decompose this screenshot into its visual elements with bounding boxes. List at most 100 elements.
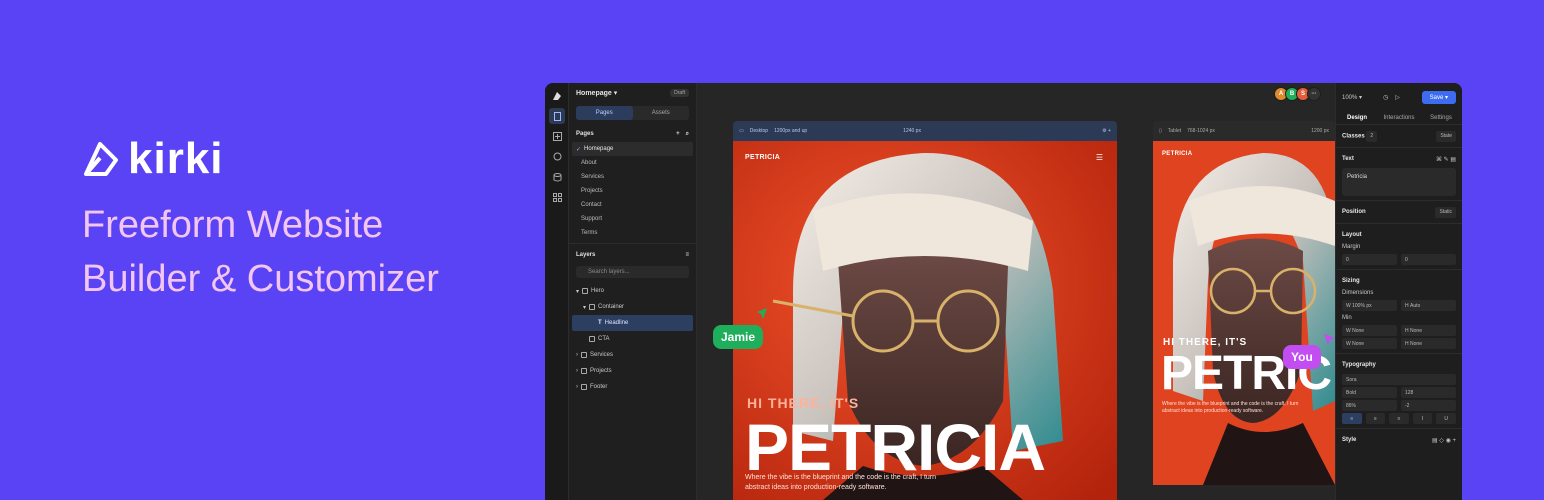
letter-spacing-field[interactable]: -2: [1401, 400, 1456, 411]
height-field[interactable]: H Auto: [1401, 300, 1456, 311]
align-left-icon[interactable]: ≡: [1342, 413, 1362, 424]
desktop-frame[interactable]: PETRICIA ☰ HI THERE, IT'S PETRICIA Where…: [733, 141, 1117, 500]
width-field[interactable]: W 100% px: [1342, 300, 1397, 311]
page-item-services[interactable]: Services: [569, 170, 696, 184]
pages-assets-toggle: Pages Assets: [576, 106, 689, 120]
right-toolbar: 100% ▾ ◷ ▷ Save ▾: [1336, 83, 1462, 111]
page-item-support[interactable]: Support: [569, 212, 696, 226]
section-icon: [582, 288, 589, 294]
align-center-icon[interactable]: ≡: [1365, 413, 1386, 424]
current-page-name[interactable]: Homepage ▾: [576, 89, 617, 97]
line-height-field[interactable]: 86%: [1342, 400, 1397, 411]
components-icon[interactable]: [549, 148, 565, 164]
position-select[interactable]: Static: [1435, 206, 1456, 218]
max-width-field[interactable]: W None: [1342, 338, 1397, 349]
max-height-field[interactable]: H None: [1401, 338, 1456, 349]
divider: [1336, 147, 1462, 148]
divider: [569, 243, 696, 244]
tablet-label: Tablet: [1167, 128, 1182, 134]
layer-projects[interactable]: › Projects: [569, 363, 696, 379]
menu-icon[interactable]: ☰: [1096, 153, 1103, 162]
page-item-terms[interactable]: Terms: [569, 226, 696, 240]
right-panel: 100% ▾ ◷ ▷ Save ▾ Design Interactions Se…: [1335, 83, 1462, 500]
font-family-row: Sora: [1336, 374, 1462, 385]
margin-x-field[interactable]: 0: [1342, 254, 1397, 265]
layer-footer[interactable]: › Footer: [569, 379, 696, 395]
line-letter-row: 86% -2: [1336, 400, 1462, 411]
style-tools-icon[interactable]: ▤ ◇ ◉ +: [1432, 437, 1456, 444]
button-icon: [589, 336, 595, 342]
tab-interactions[interactable]: Interactions: [1378, 111, 1420, 124]
font-weight-select[interactable]: Bold: [1342, 387, 1397, 398]
layer-services[interactable]: › Services: [569, 347, 696, 363]
layer-container[interactable]: ▾ Container: [569, 299, 696, 315]
add-element-icon[interactable]: [549, 128, 565, 144]
chevron-down-icon: ▾: [576, 288, 580, 295]
classes-count[interactable]: 2: [1366, 130, 1378, 142]
min-height-field[interactable]: H None: [1401, 325, 1456, 336]
text-content-input[interactable]: Petricia: [1342, 168, 1456, 196]
tab-assets[interactable]: Assets: [633, 106, 690, 120]
font-family-select[interactable]: Sora: [1342, 374, 1456, 385]
chevron-right-icon: ›: [576, 368, 578, 374]
apps-icon[interactable]: [549, 189, 565, 205]
tablet-hero-image: [1153, 141, 1335, 485]
underline-icon[interactable]: U: [1436, 413, 1456, 424]
tagline-line-1: Freeform Website: [82, 204, 384, 246]
margin-label: Margin: [1342, 244, 1361, 250]
preview-play-icon[interactable]: ▷: [1395, 94, 1400, 101]
tablet-site-logo[interactable]: PETRICIA: [1162, 151, 1192, 157]
layers-heading: Layers: [576, 252, 596, 258]
tab-settings[interactable]: Settings: [1420, 111, 1462, 124]
filter-icon[interactable]: ≡: [685, 252, 689, 258]
add-page-icon[interactable]: +: [676, 131, 680, 137]
text-heading: Text: [1342, 156, 1354, 162]
history-icon[interactable]: ◷: [1383, 94, 1388, 101]
dimension-fields: W 100% px H Auto: [1336, 300, 1462, 311]
chevron-right-icon: ›: [576, 384, 578, 390]
desktop-width: 1240 px: [903, 128, 921, 134]
text-icon: T: [598, 320, 602, 326]
page-item-homepage[interactable]: ✓ Homepage: [572, 142, 693, 156]
layer-hero[interactable]: ▾ Hero: [569, 283, 696, 299]
min-width-field[interactable]: W None: [1342, 325, 1397, 336]
font-size-field[interactable]: 128: [1401, 387, 1456, 398]
collaborator-avatars[interactable]: A B S ···: [1274, 87, 1321, 101]
frame-settings-icon[interactable]: ⚙ +: [1102, 128, 1111, 134]
pages-section-header: Pages + ⌕: [569, 126, 696, 142]
layer-cta[interactable]: CTA: [569, 331, 696, 347]
desktop-frame-bar[interactable]: ▭ Desktop 1200px and up 1240 px ⚙ +: [733, 121, 1117, 141]
margin-y-field[interactable]: 0: [1401, 254, 1456, 265]
state-select[interactable]: State: [1436, 130, 1456, 142]
zoom-select[interactable]: 100% ▾: [1342, 94, 1362, 101]
page-item-projects[interactable]: Projects: [569, 184, 696, 198]
align-right-icon[interactable]: ≡: [1389, 413, 1409, 424]
canvas[interactable]: ▭ Desktop 1200px and up 1240 px ⚙ + PETR…: [697, 83, 1335, 500]
layer-search-input[interactable]: Search layers...: [576, 266, 689, 278]
style-heading: Style: [1342, 437, 1357, 443]
app-logo-icon[interactable]: [549, 88, 565, 104]
dimensions-label-row: Dimensions: [1336, 288, 1462, 298]
position-row: Position Static: [1336, 205, 1462, 219]
database-icon[interactable]: [549, 169, 565, 185]
pages-icon[interactable]: [549, 108, 565, 124]
page-item-about[interactable]: About: [569, 156, 696, 170]
tablet-hero-copy: Where the vibe is the blueprint and the …: [1162, 401, 1299, 414]
italic-icon[interactable]: I: [1412, 413, 1433, 424]
more-avatars-button[interactable]: ···: [1307, 87, 1321, 101]
tablet-frame[interactable]: PETRICIA HI THERE, IT'S PETRIC Where the…: [1153, 141, 1335, 485]
layer-headline[interactable]: T Headline: [572, 315, 693, 331]
page-item-contact[interactable]: Contact: [569, 198, 696, 212]
tablet-frame-bar[interactable]: ▯ Tablet 768-1024 px 1200 px: [1153, 121, 1335, 141]
save-button[interactable]: Save ▾: [1421, 90, 1456, 104]
tab-design[interactable]: Design: [1336, 111, 1378, 124]
tablet-icon: ▯: [1159, 128, 1162, 134]
site-logo[interactable]: PETRICIA: [745, 154, 780, 161]
page-selector[interactable]: Homepage ▾ Draft: [569, 83, 696, 103]
search-icon[interactable]: ⌕: [686, 131, 689, 137]
tab-pages[interactable]: Pages: [576, 106, 633, 120]
text-tools-icon[interactable]: ⌘ ✎ ▤: [1436, 156, 1456, 163]
jamie-cursor-icon: [757, 308, 767, 319]
tagline: Freeform Website Builder & Customizer: [82, 198, 439, 306]
chevron-down-icon: ▾: [613, 90, 618, 97]
